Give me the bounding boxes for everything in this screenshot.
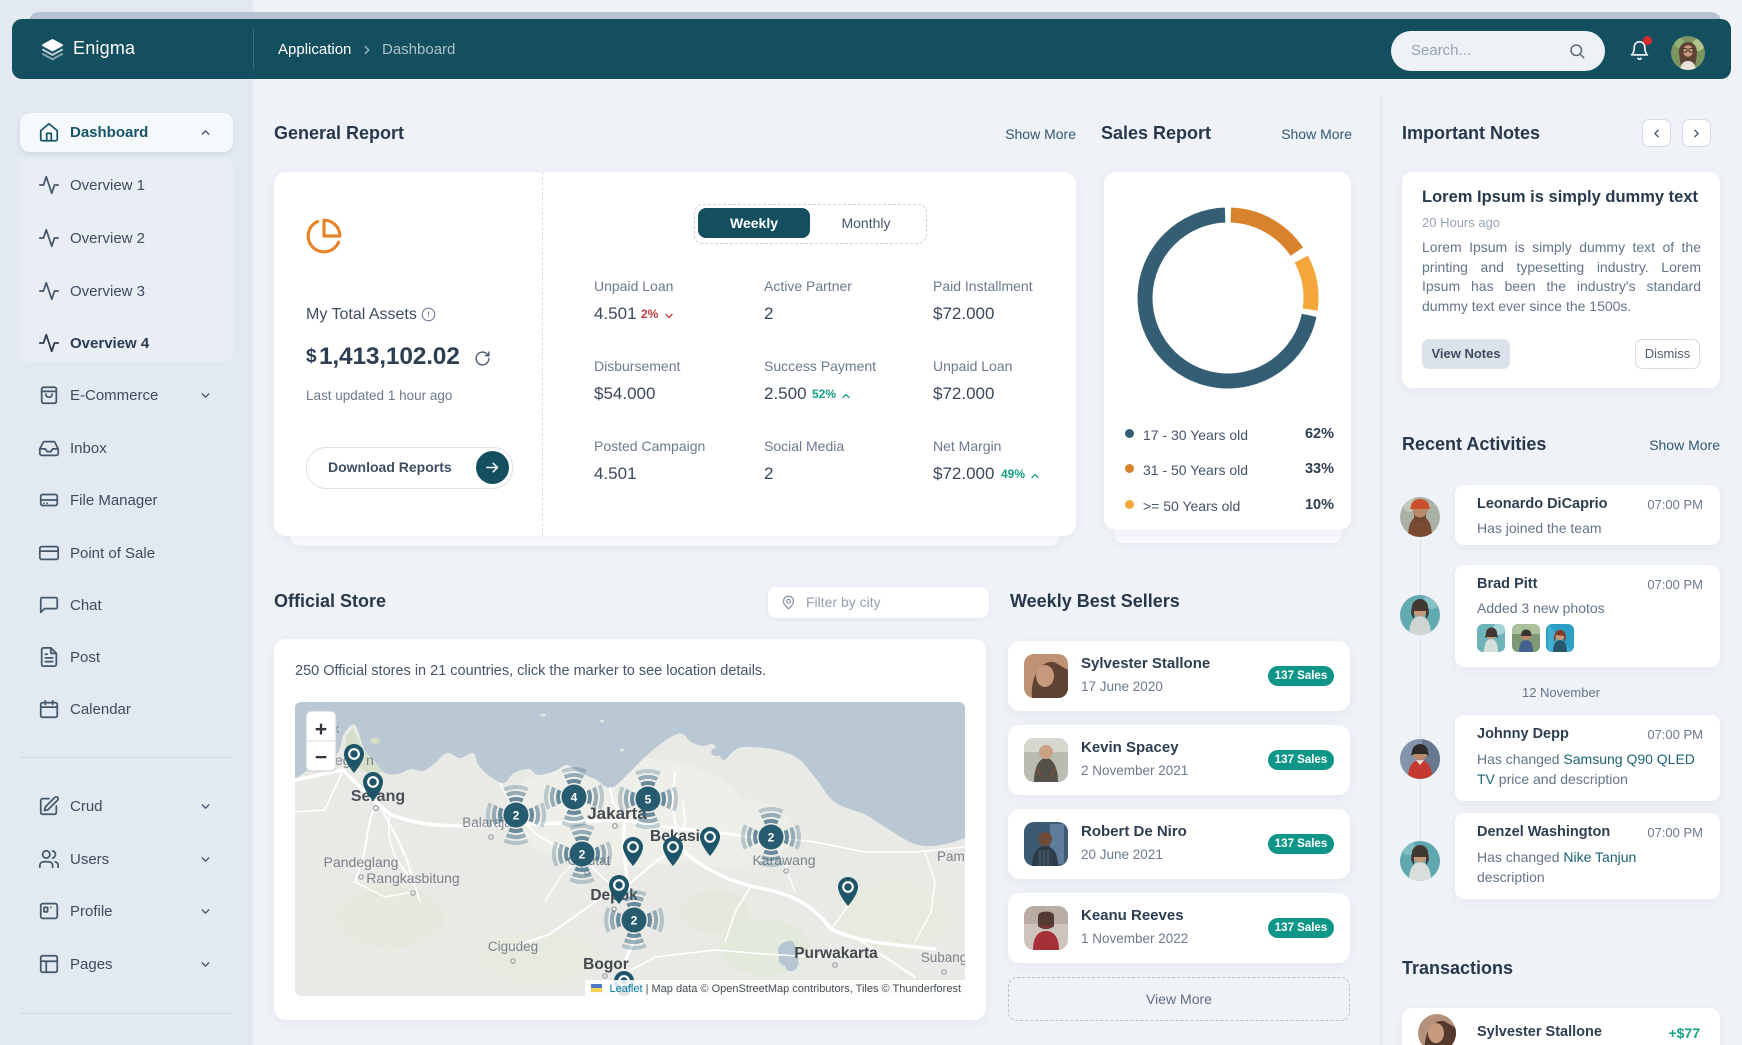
svg-text:2: 2	[768, 831, 775, 845]
svg-text:Bogor: Bogor	[583, 956, 629, 973]
svg-text:Subang: Subang	[921, 950, 965, 965]
svg-text:5: 5	[645, 793, 652, 807]
svg-text:Pandeglang: Pandeglang	[324, 854, 399, 870]
svg-text:2: 2	[579, 848, 586, 862]
svg-text:Purwakarta: Purwakarta	[794, 945, 878, 962]
svg-text:2: 2	[513, 809, 520, 823]
svg-text:Leaflet | Map data © OpenStree: Leaflet | Map data © OpenStreetMap contr…	[610, 983, 962, 995]
svg-text:+: +	[315, 718, 327, 741]
svg-text:−: −	[315, 746, 327, 769]
svg-text:n: n	[366, 752, 374, 768]
svg-text:2: 2	[631, 914, 638, 928]
svg-text:Cigudeg: Cigudeg	[488, 939, 538, 954]
svg-text:4: 4	[571, 791, 578, 805]
svg-text:Pama: Pama	[937, 849, 965, 864]
svg-text:Rangkasbitung: Rangkasbitung	[366, 870, 459, 886]
